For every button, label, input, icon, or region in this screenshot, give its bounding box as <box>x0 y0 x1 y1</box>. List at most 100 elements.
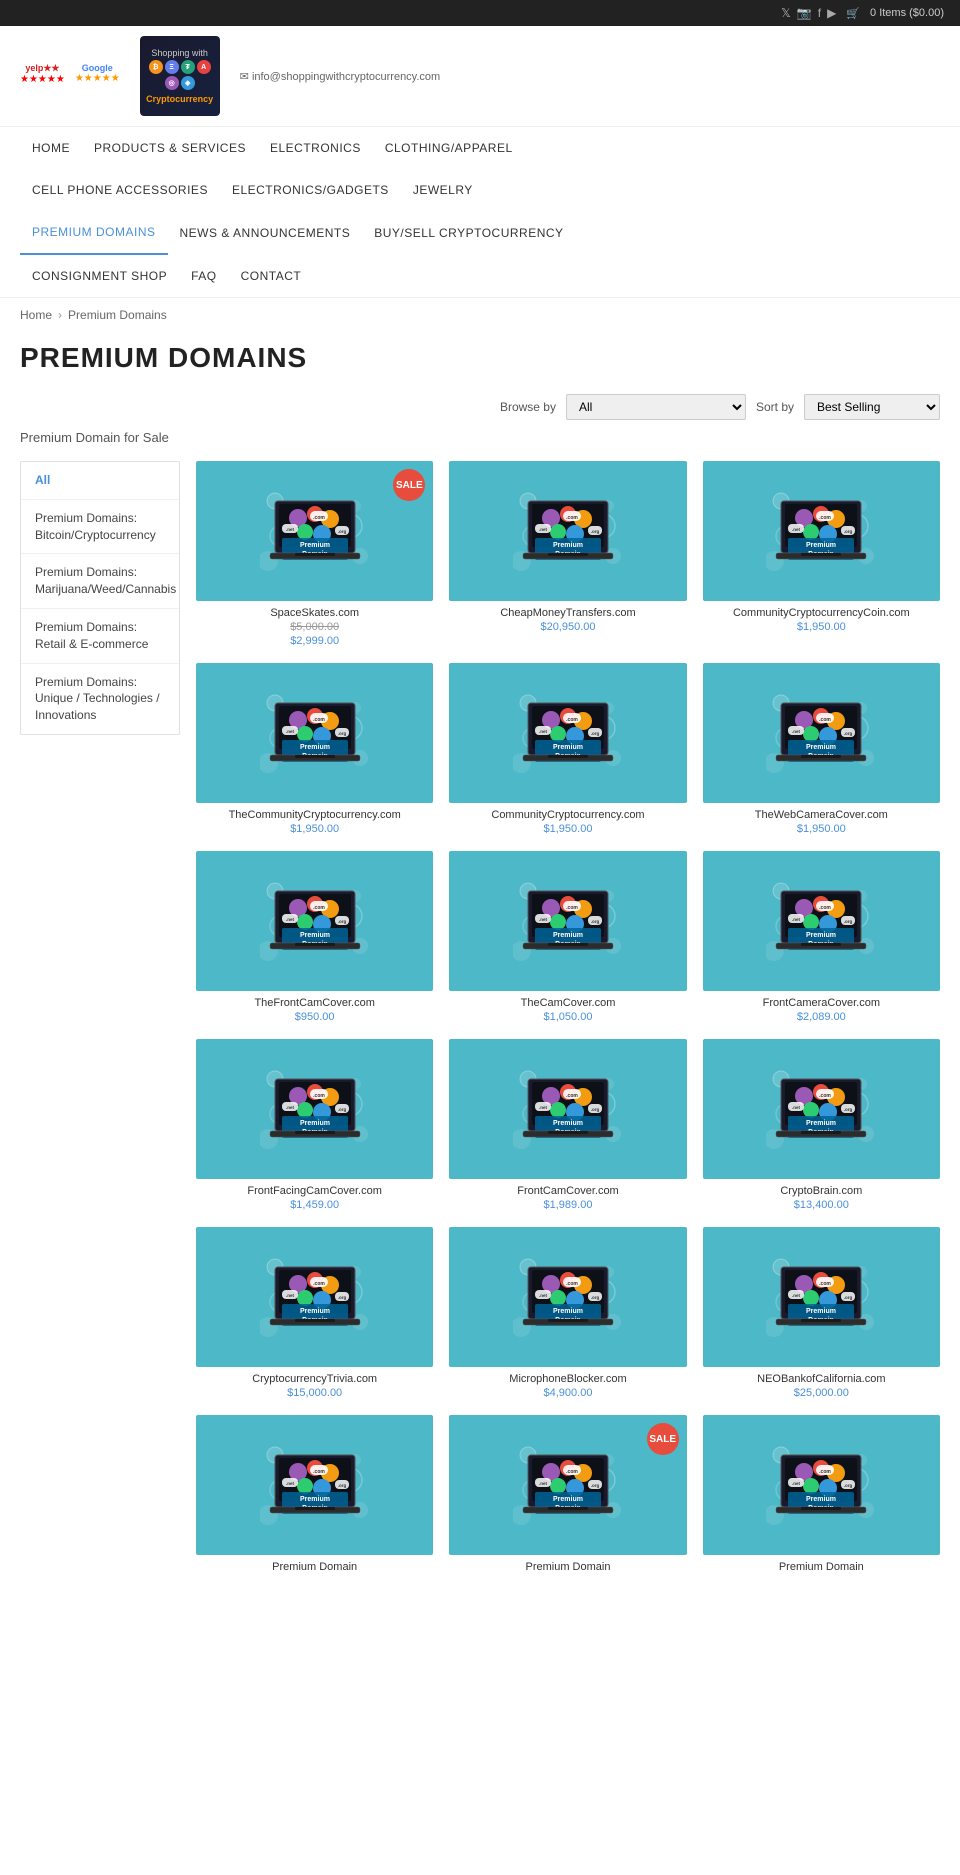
google-stars: ★★★★★ <box>75 73 120 84</box>
product-card[interactable]: .com .net .org Premium Domain TheCommuni… <box>196 663 433 835</box>
twitter-icon[interactable]: 𝕏 <box>781 6 791 20</box>
section-subtitle: Premium Domain for Sale <box>0 430 960 461</box>
nav-news[interactable]: NEWS & ANNOUNCEMENTS <box>168 212 363 254</box>
nav-gadgets[interactable]: ELECTRONICS/GADGETS <box>220 169 401 211</box>
facebook-icon[interactable]: f <box>818 6 821 20</box>
product-card[interactable]: .com .net .org Premium Domain Premium Do… <box>703 1415 940 1573</box>
nav-crypto[interactable]: BUY/SELL CRYPTOCURRENCY <box>362 212 575 254</box>
nav-cellphone[interactable]: CELL PHONE ACCESSORIES <box>20 169 220 211</box>
product-name: Premium Domain <box>779 1561 864 1573</box>
page-title-area: PREMIUM DOMAINS <box>0 332 960 394</box>
usdt-coin: ₮ <box>181 60 195 74</box>
svg-text:Premium: Premium <box>806 1308 836 1315</box>
product-name: TheCamCover.com <box>521 997 616 1009</box>
svg-text:.org: .org <box>591 919 600 924</box>
svg-text:Premium: Premium <box>553 542 583 549</box>
product-image: .com .net .org Premium Domain <box>449 1227 686 1367</box>
svg-text:.com: .com <box>313 717 325 723</box>
svg-text:Premium: Premium <box>806 1496 836 1503</box>
svg-text:.net: .net <box>539 729 548 734</box>
svg-text:.net: .net <box>539 1481 548 1486</box>
nav-consignment[interactable]: CONSIGNMENT SHOP <box>20 255 179 297</box>
filters-bar: Browse by All Bitcoin/Cryptocurrency Mar… <box>0 394 960 430</box>
header: yelp★★ ★★★★★ Google ★★★★★ Shopping with … <box>0 26 960 127</box>
product-card[interactable]: .com .net .org Premium Domain TheCamCove… <box>449 851 686 1023</box>
avax-coin: A <box>197 60 211 74</box>
product-card[interactable]: .com .net .org Premium Domain FrontFacin… <box>196 1039 433 1211</box>
nav-premium-domains[interactable]: PREMIUM DOMAINS <box>20 211 168 255</box>
product-card[interactable]: .com .net .org Premium Domain Premium Do… <box>196 1415 433 1573</box>
product-image: .com .net .org Premium Domain <box>196 1415 433 1555</box>
product-card[interactable]: SALE .com .net .org Premium <box>196 461 433 647</box>
site-logo[interactable]: Shopping with ₿ Ξ ₮ A ◎ ◈ Cryptocurrency <box>140 36 220 116</box>
svg-text:.com: .com <box>819 905 831 911</box>
svg-text:.com: .com <box>566 905 578 911</box>
product-price: $1,950.00 <box>797 823 846 835</box>
laptop-visual: .com .net .org Premium Domain <box>449 1039 686 1179</box>
product-name: CryptoBrain.com <box>780 1185 862 1197</box>
nav-products[interactable]: PRODUCTS & SERVICES <box>82 127 258 169</box>
browse-select[interactable]: All Bitcoin/Cryptocurrency Marijuana/Wee… <box>566 394 746 420</box>
misc-coin: ◎ <box>165 76 179 90</box>
svg-text:.org: .org <box>591 529 600 534</box>
product-name: CommunityCryptocurrency.com <box>491 809 644 821</box>
svg-text:.com: .com <box>566 1093 578 1099</box>
sidebar-item-marijuana[interactable]: Premium Domains: Marijuana/Weed/Cannabis <box>21 554 179 609</box>
nav-faq[interactable]: FAQ <box>179 255 229 297</box>
main-content: All Premium Domains: Bitcoin/Cryptocurre… <box>0 461 960 1573</box>
product-card[interactable]: .com .net .org Premium Domain FrontCamCo… <box>449 1039 686 1211</box>
nav-clothing[interactable]: CLOTHING/APPAREL <box>373 127 525 169</box>
product-card[interactable]: .com .net .org Premium Domain CommunityC… <box>449 663 686 835</box>
product-image: SALE .com .net .org Premium <box>449 1415 686 1555</box>
svg-text:.org: .org <box>591 1107 600 1112</box>
svg-text:.net: .net <box>286 917 295 922</box>
svg-text:.net: .net <box>286 1481 295 1486</box>
svg-text:.net: .net <box>792 1481 801 1486</box>
product-card[interactable]: .com .net .org Premium Domain Microphone… <box>449 1227 686 1399</box>
product-name: FrontCameraCover.com <box>763 997 880 1009</box>
sort-select[interactable]: Best Selling Price: Low to High Price: H… <box>804 394 940 420</box>
nav-contact[interactable]: CONTACT <box>229 255 314 297</box>
nav-jewelry[interactable]: JEWELRY <box>401 169 485 211</box>
product-card[interactable]: SALE .com .net .org Premium <box>449 1415 686 1573</box>
youtube-icon[interactable]: ▶ <box>827 6 836 20</box>
product-price: $1,950.00 <box>797 621 846 633</box>
cart-icon: 🛒 <box>846 7 860 20</box>
product-card[interactable]: .com .net .org Premium Domain TheFrontCa… <box>196 851 433 1023</box>
svg-text:.net: .net <box>286 729 295 734</box>
svg-text:.org: .org <box>844 529 853 534</box>
product-card[interactable]: .com .net .org Premium Domain CryptoBrai… <box>703 1039 940 1211</box>
yelp-rating: yelp★★ ★★★★★ <box>20 63 65 85</box>
product-card[interactable]: .com .net .org Premium Domain FrontCamer… <box>703 851 940 1023</box>
social-icons: 𝕏 📷 f ▶ <box>781 6 836 20</box>
sidebar-item-unique[interactable]: Premium Domains: Unique / Technologies /… <box>21 664 179 734</box>
top-bar: 𝕏 📷 f ▶ 🛒 0 Items ($0.00) <box>0 0 960 26</box>
product-price: $1,950.00 <box>290 823 339 835</box>
svg-text:.org: .org <box>844 1107 853 1112</box>
svg-text:Premium: Premium <box>300 1120 330 1127</box>
product-price: $2,999.00 <box>290 635 339 647</box>
product-card[interactable]: .com .net .org Premium Domain NEOBankofC… <box>703 1227 940 1399</box>
svg-text:.net: .net <box>539 527 548 532</box>
browse-label: Browse by <box>500 400 556 414</box>
svg-text:Premium: Premium <box>806 542 836 549</box>
cart-info[interactable]: 0 Items ($0.00) <box>870 7 944 19</box>
sidebar-item-bitcoin[interactable]: Premium Domains: Bitcoin/Cryptocurrency <box>21 500 179 555</box>
product-grid: SALE .com .net .org Premium <box>196 461 940 1573</box>
rating-area: yelp★★ ★★★★★ Google ★★★★★ <box>20 63 120 85</box>
product-card[interactable]: .com .net .org Premium Domain CheapMoney… <box>449 461 686 647</box>
product-image: .com .net .org Premium Domain <box>449 851 686 991</box>
nav-home[interactable]: HOME <box>20 127 82 169</box>
product-card[interactable]: .com .net .org Premium Domain CommunityC… <box>703 461 940 647</box>
product-card[interactable]: .com .net .org Premium Domain TheWebCame… <box>703 663 940 835</box>
svg-text:Premium: Premium <box>806 744 836 751</box>
sidebar-item-retail[interactable]: Premium Domains: Retail & E-commerce <box>21 609 179 664</box>
instagram-icon[interactable]: 📷 <box>797 6 812 20</box>
laptop-visual: .com .net .org Premium Domain <box>196 1415 433 1555</box>
product-price: $950.00 <box>295 1011 335 1023</box>
sidebar-item-all[interactable]: All <box>21 462 179 500</box>
breadcrumb-home[interactable]: Home <box>20 308 52 322</box>
svg-text:.org: .org <box>844 1295 853 1300</box>
nav-electronics[interactable]: ELECTRONICS <box>258 127 373 169</box>
product-card[interactable]: .com .net .org Premium Domain Cryptocurr… <box>196 1227 433 1399</box>
